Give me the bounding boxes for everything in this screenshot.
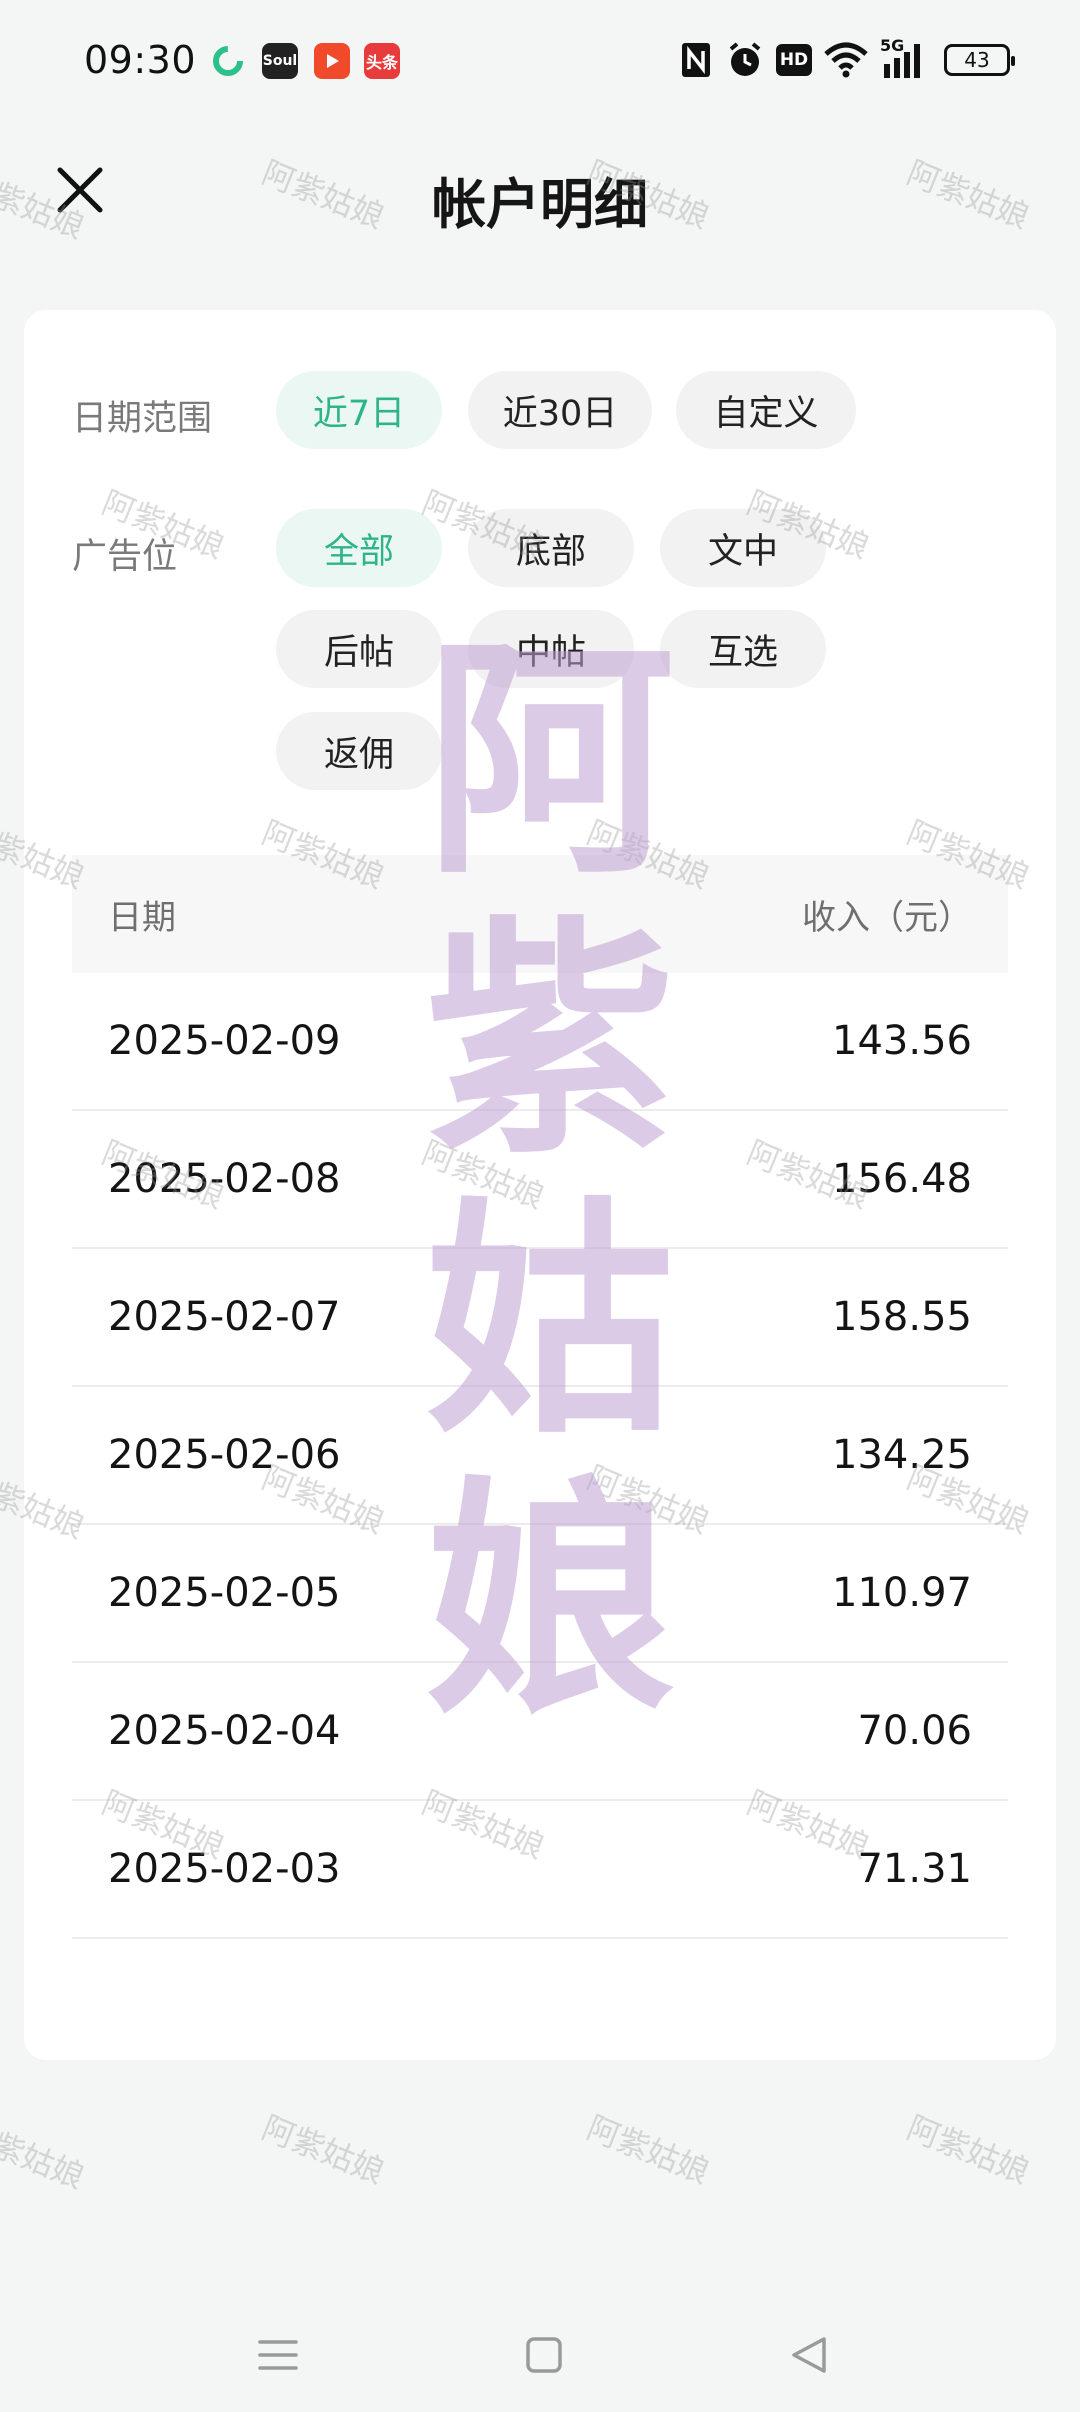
row-date: 2025-02-03 [108, 1846, 341, 1892]
row-income: 70.06 [857, 1708, 972, 1754]
battery-icon: 43 [944, 38, 1015, 82]
table-row: 2025-02-09 143.56 [72, 973, 1008, 1111]
menu-icon [258, 2340, 298, 2370]
toutiao-app-icon: 头条 [364, 43, 400, 79]
row-income: 110.97 [832, 1570, 972, 1616]
table-row: 2025-02-06 134.25 [72, 1387, 1008, 1525]
ad-option-in-article[interactable]: 文中 [660, 509, 826, 587]
row-income: 71.31 [857, 1846, 972, 1892]
system-nav-bar [0, 2300, 1080, 2412]
watermark-small: 阿紫姑娘 [901, 2108, 1035, 2192]
home-icon [526, 2337, 562, 2373]
ad-option-all[interactable]: 全部 [276, 509, 442, 587]
account-details-screen: 09:30 Soul 头条 HD 5G 43 帐户明细 日期范围 近7日 近30… [0, 0, 1080, 2412]
income-table: 日期 收入（元） 2025-02-09 143.56 2025-02-08 15… [72, 855, 1008, 1939]
row-date: 2025-02-08 [108, 1156, 341, 1202]
watermark-small: 阿紫姑娘 [581, 2108, 715, 2192]
header: 帐户明细 [0, 125, 1080, 255]
hd-icon: HD [776, 38, 812, 82]
account-card: 日期范围 近7日 近30日 自定义 广告位 全部 底部 文中 后帖 中帖 互选 … [24, 310, 1056, 2060]
nfc-icon [680, 38, 712, 82]
date-option-custom[interactable]: 自定义 [676, 371, 856, 449]
date-option-30-days[interactable]: 近30日 [468, 371, 652, 449]
date-option-7-days[interactable]: 近7日 [276, 371, 442, 449]
row-income: 156.48 [832, 1156, 972, 1202]
home-button[interactable] [514, 2325, 574, 2385]
row-date: 2025-02-05 [108, 1570, 341, 1616]
status-time: 09:30 [84, 38, 197, 82]
alarm-icon [726, 38, 764, 82]
table-row: 2025-02-08 156.48 [72, 1111, 1008, 1249]
table-row: 2025-02-05 110.97 [72, 1525, 1008, 1663]
ad-option-bottom[interactable]: 底部 [468, 509, 634, 587]
table-header: 日期 收入（元） [72, 855, 1008, 973]
green-loop-icon [210, 43, 246, 79]
row-income: 134.25 [832, 1432, 972, 1478]
back-button[interactable] [780, 2325, 840, 2385]
watermark-small: 阿紫姑娘 [0, 2113, 90, 2197]
ad-option-mutual[interactable]: 互选 [660, 610, 826, 688]
wifi-icon [824, 38, 868, 82]
date-range-label: 日期范围 [72, 399, 213, 439]
row-date: 2025-02-04 [108, 1708, 341, 1754]
table-row: 2025-02-04 70.06 [72, 1663, 1008, 1801]
ad-option-post[interactable]: 后帖 [276, 610, 442, 688]
row-income: 143.56 [832, 1018, 972, 1064]
table-row: 2025-02-07 158.55 [72, 1249, 1008, 1387]
soul-app-icon: Soul [262, 43, 298, 79]
video-play-app-icon [314, 43, 350, 79]
row-date: 2025-02-09 [108, 1018, 341, 1064]
page-title: 帐户明细 [432, 173, 648, 236]
column-date: 日期 [108, 897, 176, 938]
row-date: 2025-02-07 [108, 1294, 341, 1340]
ad-option-rebate[interactable]: 返佣 [276, 712, 442, 790]
back-icon [792, 2337, 826, 2373]
ad-option-mid[interactable]: 中帖 [468, 610, 634, 688]
menu-button[interactable] [248, 2325, 308, 2385]
table-row: 2025-02-03 71.31 [72, 1801, 1008, 1939]
column-income: 收入（元） [802, 897, 972, 938]
row-date: 2025-02-06 [108, 1432, 341, 1478]
ad-position-label: 广告位 [72, 537, 178, 577]
status-bar: 09:30 Soul 头条 HD 5G 43 [0, 0, 1080, 125]
row-income: 158.55 [832, 1294, 972, 1340]
5g-signal-icon: 5G [880, 36, 930, 82]
watermark-small: 阿紫姑娘 [256, 2108, 390, 2192]
